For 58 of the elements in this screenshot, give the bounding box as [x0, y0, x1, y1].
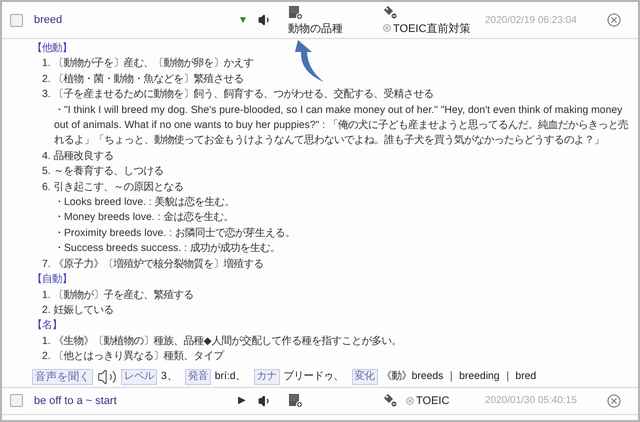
info-label: カナ — [254, 368, 280, 385]
expand-icon[interactable]: ▶ — [238, 395, 258, 406]
item-number: 7. — [42, 258, 51, 272]
close-icon[interactable] — [607, 394, 621, 408]
part-of-speech-label: 【名】 — [32, 318, 63, 334]
definition-text: 《生物》〔動植物の〕種族、品種◆人間が交配して作る種を指すことが多い。 — [54, 334, 402, 349]
item-number: 2. — [42, 350, 51, 364]
item-number: 1. — [42, 288, 51, 302]
definition-text: 《原子力》〔増殖炉で核分裂物質を〕増殖する — [54, 257, 264, 272]
notepad-icon[interactable] — [288, 4, 303, 20]
definition-text: 〔子を産ませるために動物を〕飼う、飼育する、つがわせる、交配する、受精させる — [54, 87, 434, 102]
remove-tag-icon[interactable] — [406, 396, 414, 405]
item-number: 2. — [42, 72, 51, 87]
definition-text: 妊娠している — [54, 304, 114, 318]
example-sentence: ・Money breeds love. : 金は恋を生む。 — [53, 210, 234, 226]
info-value: 《動》breeds ｜ breeding ｜ bred — [382, 370, 536, 384]
item-number: 1. — [42, 334, 51, 349]
definition-text: 品種改良する — [54, 149, 114, 164]
example-sentence: ・Looks breed love. : 美貌は恋を生む。 — [53, 195, 236, 210]
word-link[interactable]: be off to a ~ start — [34, 394, 238, 407]
definition-text: 引き起こす、～の原因となる — [54, 180, 184, 195]
date-text: 2020/01/30 05:40:15 — [484, 395, 578, 406]
definition-text: ～を養育する、しつける — [54, 164, 164, 180]
close-icon[interactable] — [607, 13, 621, 27]
word-link[interactable]: breed — [34, 14, 238, 26]
memo-text: 動物の品種 — [288, 22, 343, 36]
checkbox[interactable] — [10, 394, 23, 408]
example-sentence: ・"I think I will breed my dog. She's pure-blooded, so I can make money out of her." "Hey, don't even think of making money out of animals. What if no one wants to buy her puppies?" : 「俺の犬に子ども産ませようと思ってるんだ。純血だからきっと売れるよ」「ちょっと、動物使ってお金もうけようなんて思わないでよね。誰も子犬を買う気がなかったらどうするのよ？」 — [53, 104, 630, 148]
listen-button[interactable]: 音声を聞く — [32, 368, 93, 385]
part-of-speech-label: 【自動】 — [32, 272, 73, 288]
example-sentence: ・Proximity breeds love. : お隣同士で恋が芽生える。 — [53, 226, 296, 241]
definition-text: 〔他とはっきり異なる〕種類、タイプ — [54, 349, 224, 364]
tag-label[interactable]: TOEIC直前対策 — [393, 20, 470, 36]
tag-label[interactable]: TOEIC — [416, 394, 450, 407]
tag-icon[interactable] — [383, 4, 398, 20]
info-value: ブリードゥ、 — [284, 369, 344, 384]
item-number: 2. — [42, 304, 51, 318]
info-label: レベル — [121, 368, 157, 385]
item-number: 3. — [42, 88, 51, 102]
definition-text: 〔動物が子を〕産む、〔動物が卵を〕かえす — [54, 56, 254, 72]
tag-icon[interactable] — [383, 393, 398, 408]
definition-text: 〔動物が〕子を産む、繁殖する — [54, 288, 194, 302]
notepad-icon[interactable] — [288, 393, 303, 408]
collapse-icon[interactable]: ▼ — [238, 14, 258, 26]
remove-tag-icon[interactable] — [383, 24, 391, 32]
date-text: 2020/02/19 06:23:04 — [484, 14, 578, 26]
example-sentence: ・Success breeds success. : 成功が成功を生む。 — [53, 241, 281, 256]
definition-text: 〔植物・菌・動物・魚などを〕繁殖させる — [54, 72, 244, 87]
part-of-speech-label: 【他動】 — [32, 41, 73, 56]
item-number: 5. — [42, 165, 51, 180]
info-value: brí:d、 — [214, 370, 246, 384]
item-number: 4. — [42, 150, 51, 164]
checkbox[interactable] — [10, 14, 23, 26]
item-number: 1. — [42, 57, 51, 72]
item-number: 6. — [42, 180, 51, 195]
info-label: 変化 — [352, 368, 378, 385]
info-value: 3、 — [161, 370, 177, 384]
info-label: 発音 — [184, 368, 211, 385]
